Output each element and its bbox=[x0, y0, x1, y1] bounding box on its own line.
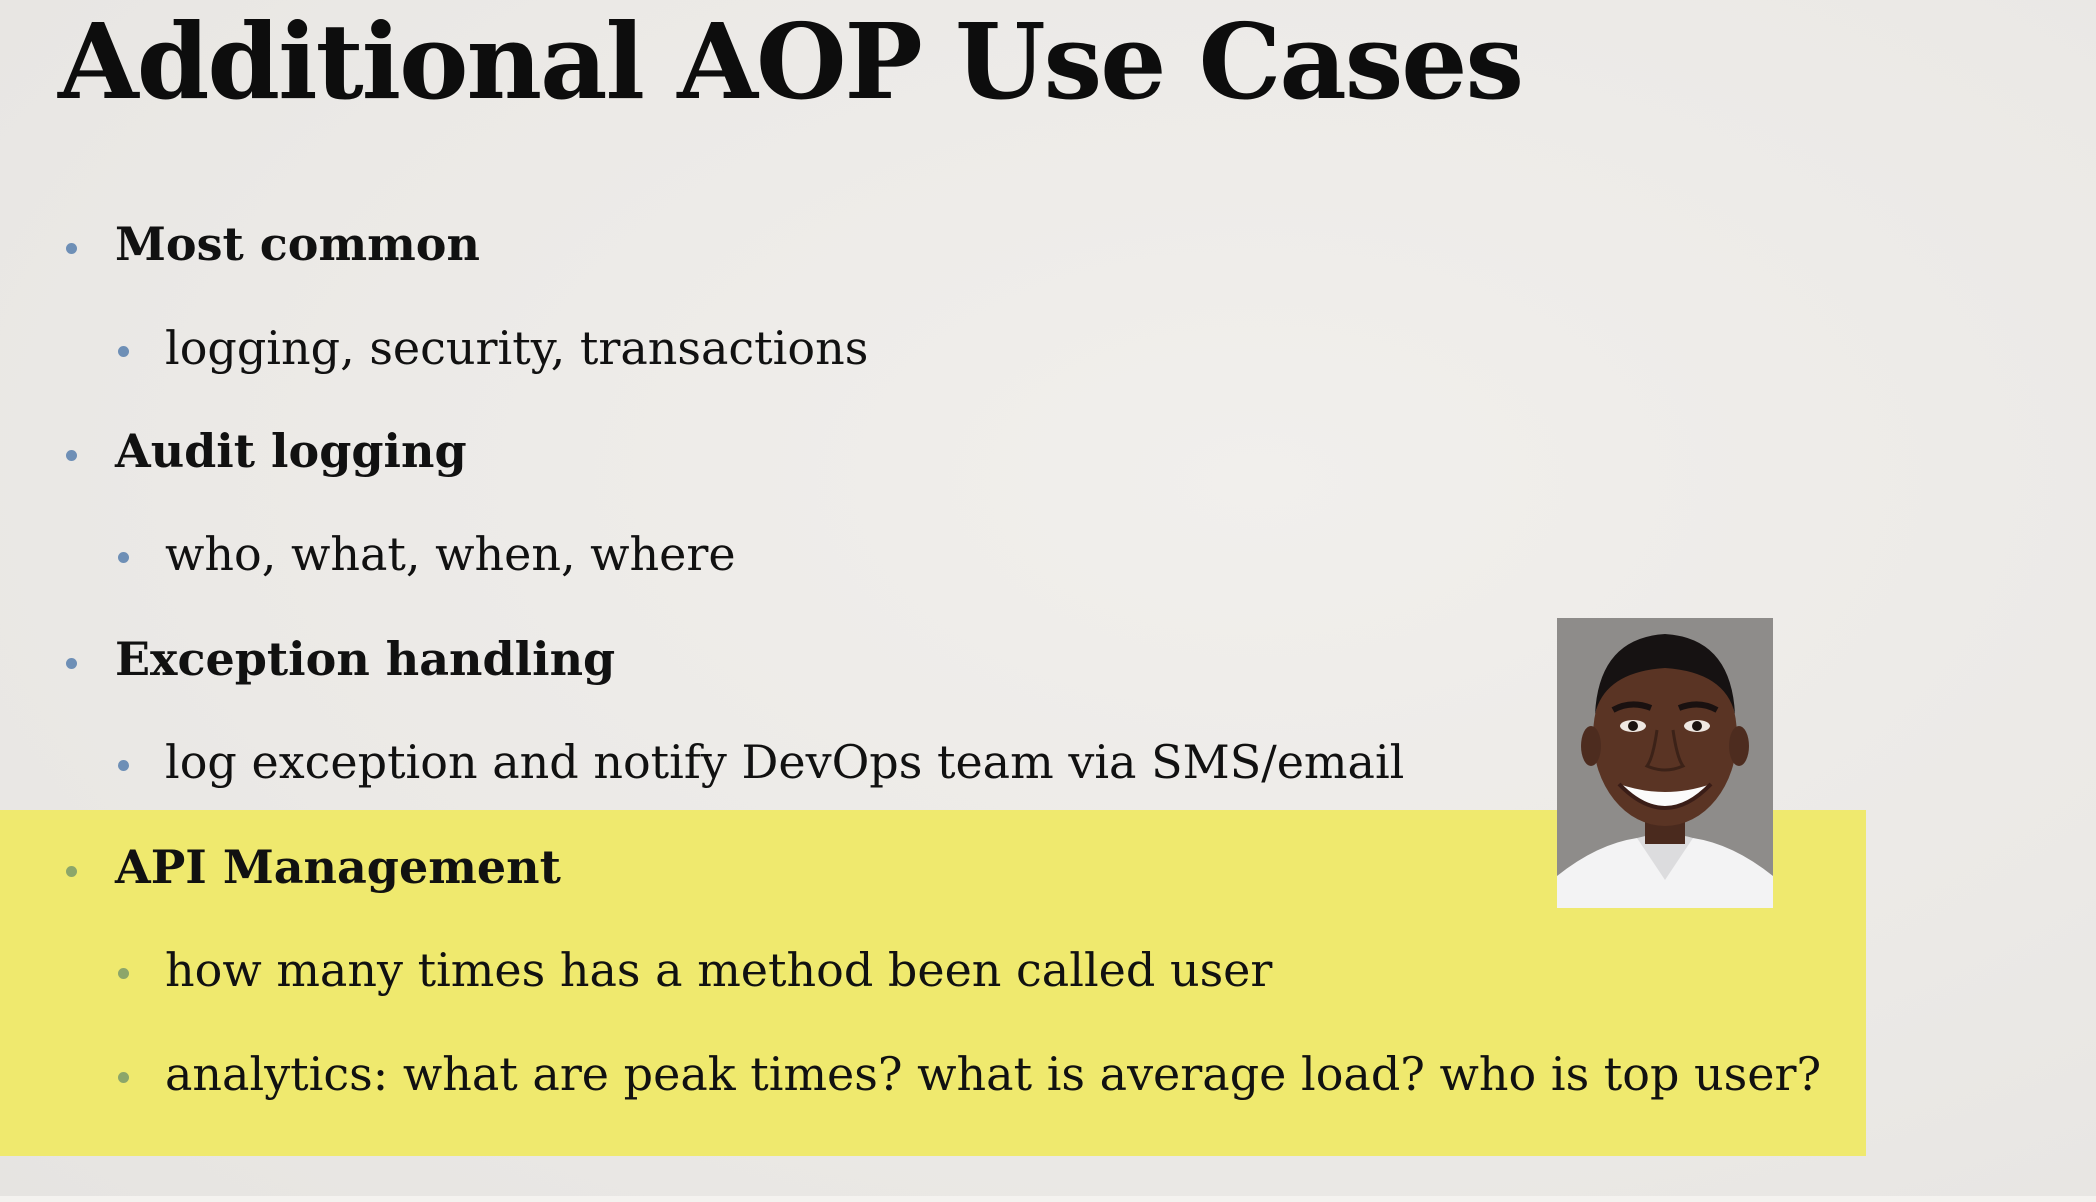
section-heading-exception-handling: Exception handling bbox=[115, 632, 616, 686]
section-point-exception-handling: log exception and notify DevOps team via… bbox=[165, 735, 1405, 789]
dot-bullet-icon bbox=[118, 346, 129, 357]
dot-bullet-icon bbox=[118, 760, 129, 771]
section-point-analytics: analytics: what are peak times? what is … bbox=[165, 1047, 1822, 1101]
dot-bullet-icon bbox=[66, 866, 77, 877]
section-point-audit-logging: who, what, when, where bbox=[165, 527, 736, 581]
presenter-portrait-icon bbox=[1557, 618, 1773, 908]
slide: Additional AOP Use Cases Most common log… bbox=[0, 0, 2096, 1202]
dot-bullet-icon bbox=[66, 243, 77, 254]
section-point-most-common: logging, security, transactions bbox=[165, 321, 869, 375]
section-heading-audit-logging: Audit logging bbox=[115, 424, 467, 478]
dot-bullet-icon bbox=[118, 552, 129, 563]
dot-bullet-icon bbox=[118, 968, 129, 979]
section-heading-api-management: API Management bbox=[115, 840, 561, 894]
dot-bullet-icon bbox=[118, 1072, 129, 1083]
dot-bullet-icon bbox=[66, 450, 77, 461]
bottom-rule bbox=[0, 1196, 2096, 1202]
section-point-method-calls: how many times has a method been called … bbox=[165, 943, 1273, 997]
dot-bullet-icon bbox=[66, 658, 77, 669]
section-heading-most-common: Most common bbox=[115, 217, 480, 271]
presenter-photo bbox=[1557, 618, 1773, 908]
slide-title: Additional AOP Use Cases bbox=[58, 0, 1524, 123]
